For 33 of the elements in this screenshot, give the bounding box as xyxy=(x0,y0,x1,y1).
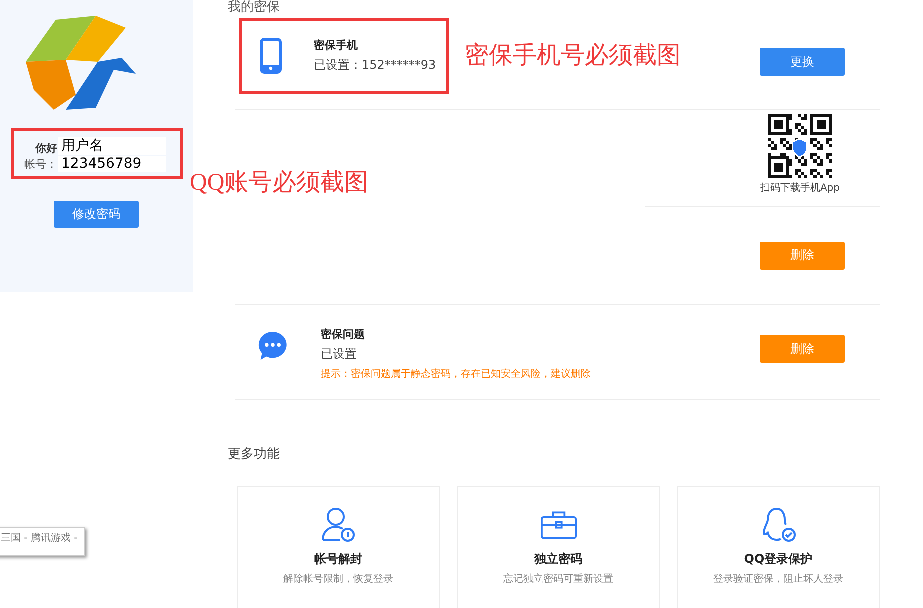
feature-card[interactable]: 独立密码 忘记独立密码可重新设置 xyxy=(457,486,660,608)
greeting-text: 你好 xyxy=(34,141,58,156)
feature-card[interactable]: 帐号解封 解除帐号限制，恢复登录 xyxy=(237,486,440,608)
qr-code-drawing xyxy=(768,114,832,178)
tooltip: 三国 - 腾讯游戏 - xyxy=(0,527,85,556)
feature-description: 解除帐号限制，恢复登录 xyxy=(284,572,394,586)
account-label: 帐号： xyxy=(24,156,58,172)
feature-title: QQ登录保护 xyxy=(744,551,813,568)
feature-description: 忘记独立密码可重新设置 xyxy=(504,572,614,586)
feature-title: 帐号解封 xyxy=(314,551,362,568)
change-password-button[interactable]: 修改密码 xyxy=(54,201,139,228)
item-status: 已设置 xyxy=(321,346,358,363)
username-text: 用户名 xyxy=(58,136,166,154)
warning-hint: 提示：密保问题属于静态密码，存在已知安全风险，建议删除 xyxy=(321,368,591,381)
section-title: 更多功能 xyxy=(228,446,281,463)
delete-button[interactable]: 删除 xyxy=(760,242,845,270)
change-button[interactable]: 更换 xyxy=(760,48,845,76)
phone-icon xyxy=(260,38,282,74)
annotation-text: 密保手机号必须截图 xyxy=(465,42,681,71)
user-lock-icon xyxy=(320,507,356,543)
feature-card[interactable]: QQ登录保护 登录验证密保，阻止坏人登录 xyxy=(677,486,880,608)
penguin-check-icon xyxy=(760,507,796,543)
section-title: 我的密保 xyxy=(228,0,281,15)
chat-bubble-icon xyxy=(258,331,288,361)
item-status: 已设置：152******93 xyxy=(314,57,436,74)
feature-description: 登录验证密保，阻止坏人登录 xyxy=(714,572,844,586)
qr-caption: 扫码下载手机App xyxy=(760,182,840,195)
item-title: 密保手机 xyxy=(314,38,359,53)
feature-title: 独立密码 xyxy=(534,551,582,568)
annotation-text: QQ账号必须截图 xyxy=(190,169,369,198)
delete-button[interactable]: 删除 xyxy=(760,335,845,363)
item-title: 密保问题 xyxy=(321,327,366,342)
account-number: 123456789 xyxy=(58,156,166,172)
